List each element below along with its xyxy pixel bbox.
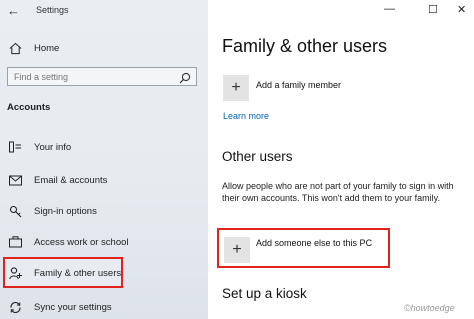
other-users-description: Allow people who are not part of your fa… [222,181,454,203]
sidebar-item-family-other-users[interactable]: Family & other users [8,264,198,282]
home-icon [8,41,22,55]
sidebar-item-home[interactable]: Home [8,40,198,56]
app-title: Settings [36,5,69,15]
maximize-button[interactable]: ☐ [428,3,438,16]
sidebar-item-label: Sync your settings [34,301,112,313]
kiosk-heading: Set up a kiosk [222,286,307,301]
person-add-icon [8,266,22,280]
key-icon [8,204,22,218]
learn-more-link[interactable]: Learn more [223,111,269,121]
close-button[interactable]: ✕ [457,3,466,16]
sidebar-item-label: Your info [34,141,72,153]
sidebar-item-access-work[interactable]: Access work or school [8,233,198,251]
section-label-accounts: Accounts [7,102,51,113]
contact-card-icon [8,140,22,154]
sidebar-item-label: Email & accounts [34,174,108,186]
briefcase-icon [8,235,22,249]
sidebar-item-sync-settings[interactable]: Sync your settings [8,298,198,316]
page-title: Family & other users [222,36,388,56]
sidebar-item-label: Home [34,42,60,54]
sidebar-item-label: Access work or school [34,236,129,248]
envelope-icon [8,173,22,187]
search-icon[interactable] [179,71,191,84]
sidebar-item-label: Sign-in options [34,205,97,217]
search-field[interactable] [7,67,197,86]
minimize-button[interactable]: — [384,3,395,15]
plus-icon: + [231,79,241,96]
title-bar: ← Settings [0,0,208,22]
main-content: — ☐ ✕ Family & other users + Add a famil… [208,0,474,319]
arrow-left-icon[interactable]: ← [7,3,20,18]
sidebar-item-your-info[interactable]: Your info [8,138,198,156]
sidebar-item-label: Family & other users [34,267,122,279]
watermark: ©howtoedge [404,303,455,313]
add-someone-highlight [217,228,390,268]
search-input[interactable] [14,71,174,83]
sidebar-item-email-accounts[interactable]: Email & accounts [8,171,198,189]
sync-icon [8,300,22,314]
add-family-member-tile[interactable]: + [223,75,249,101]
other-users-heading: Other users [222,149,293,164]
sidebar-item-sign-in-options[interactable]: Sign-in options [8,202,198,220]
add-family-member-button[interactable]: Add a family member [256,80,341,90]
sidebar: ← Settings Home Accounts Your info Email… [0,0,208,319]
